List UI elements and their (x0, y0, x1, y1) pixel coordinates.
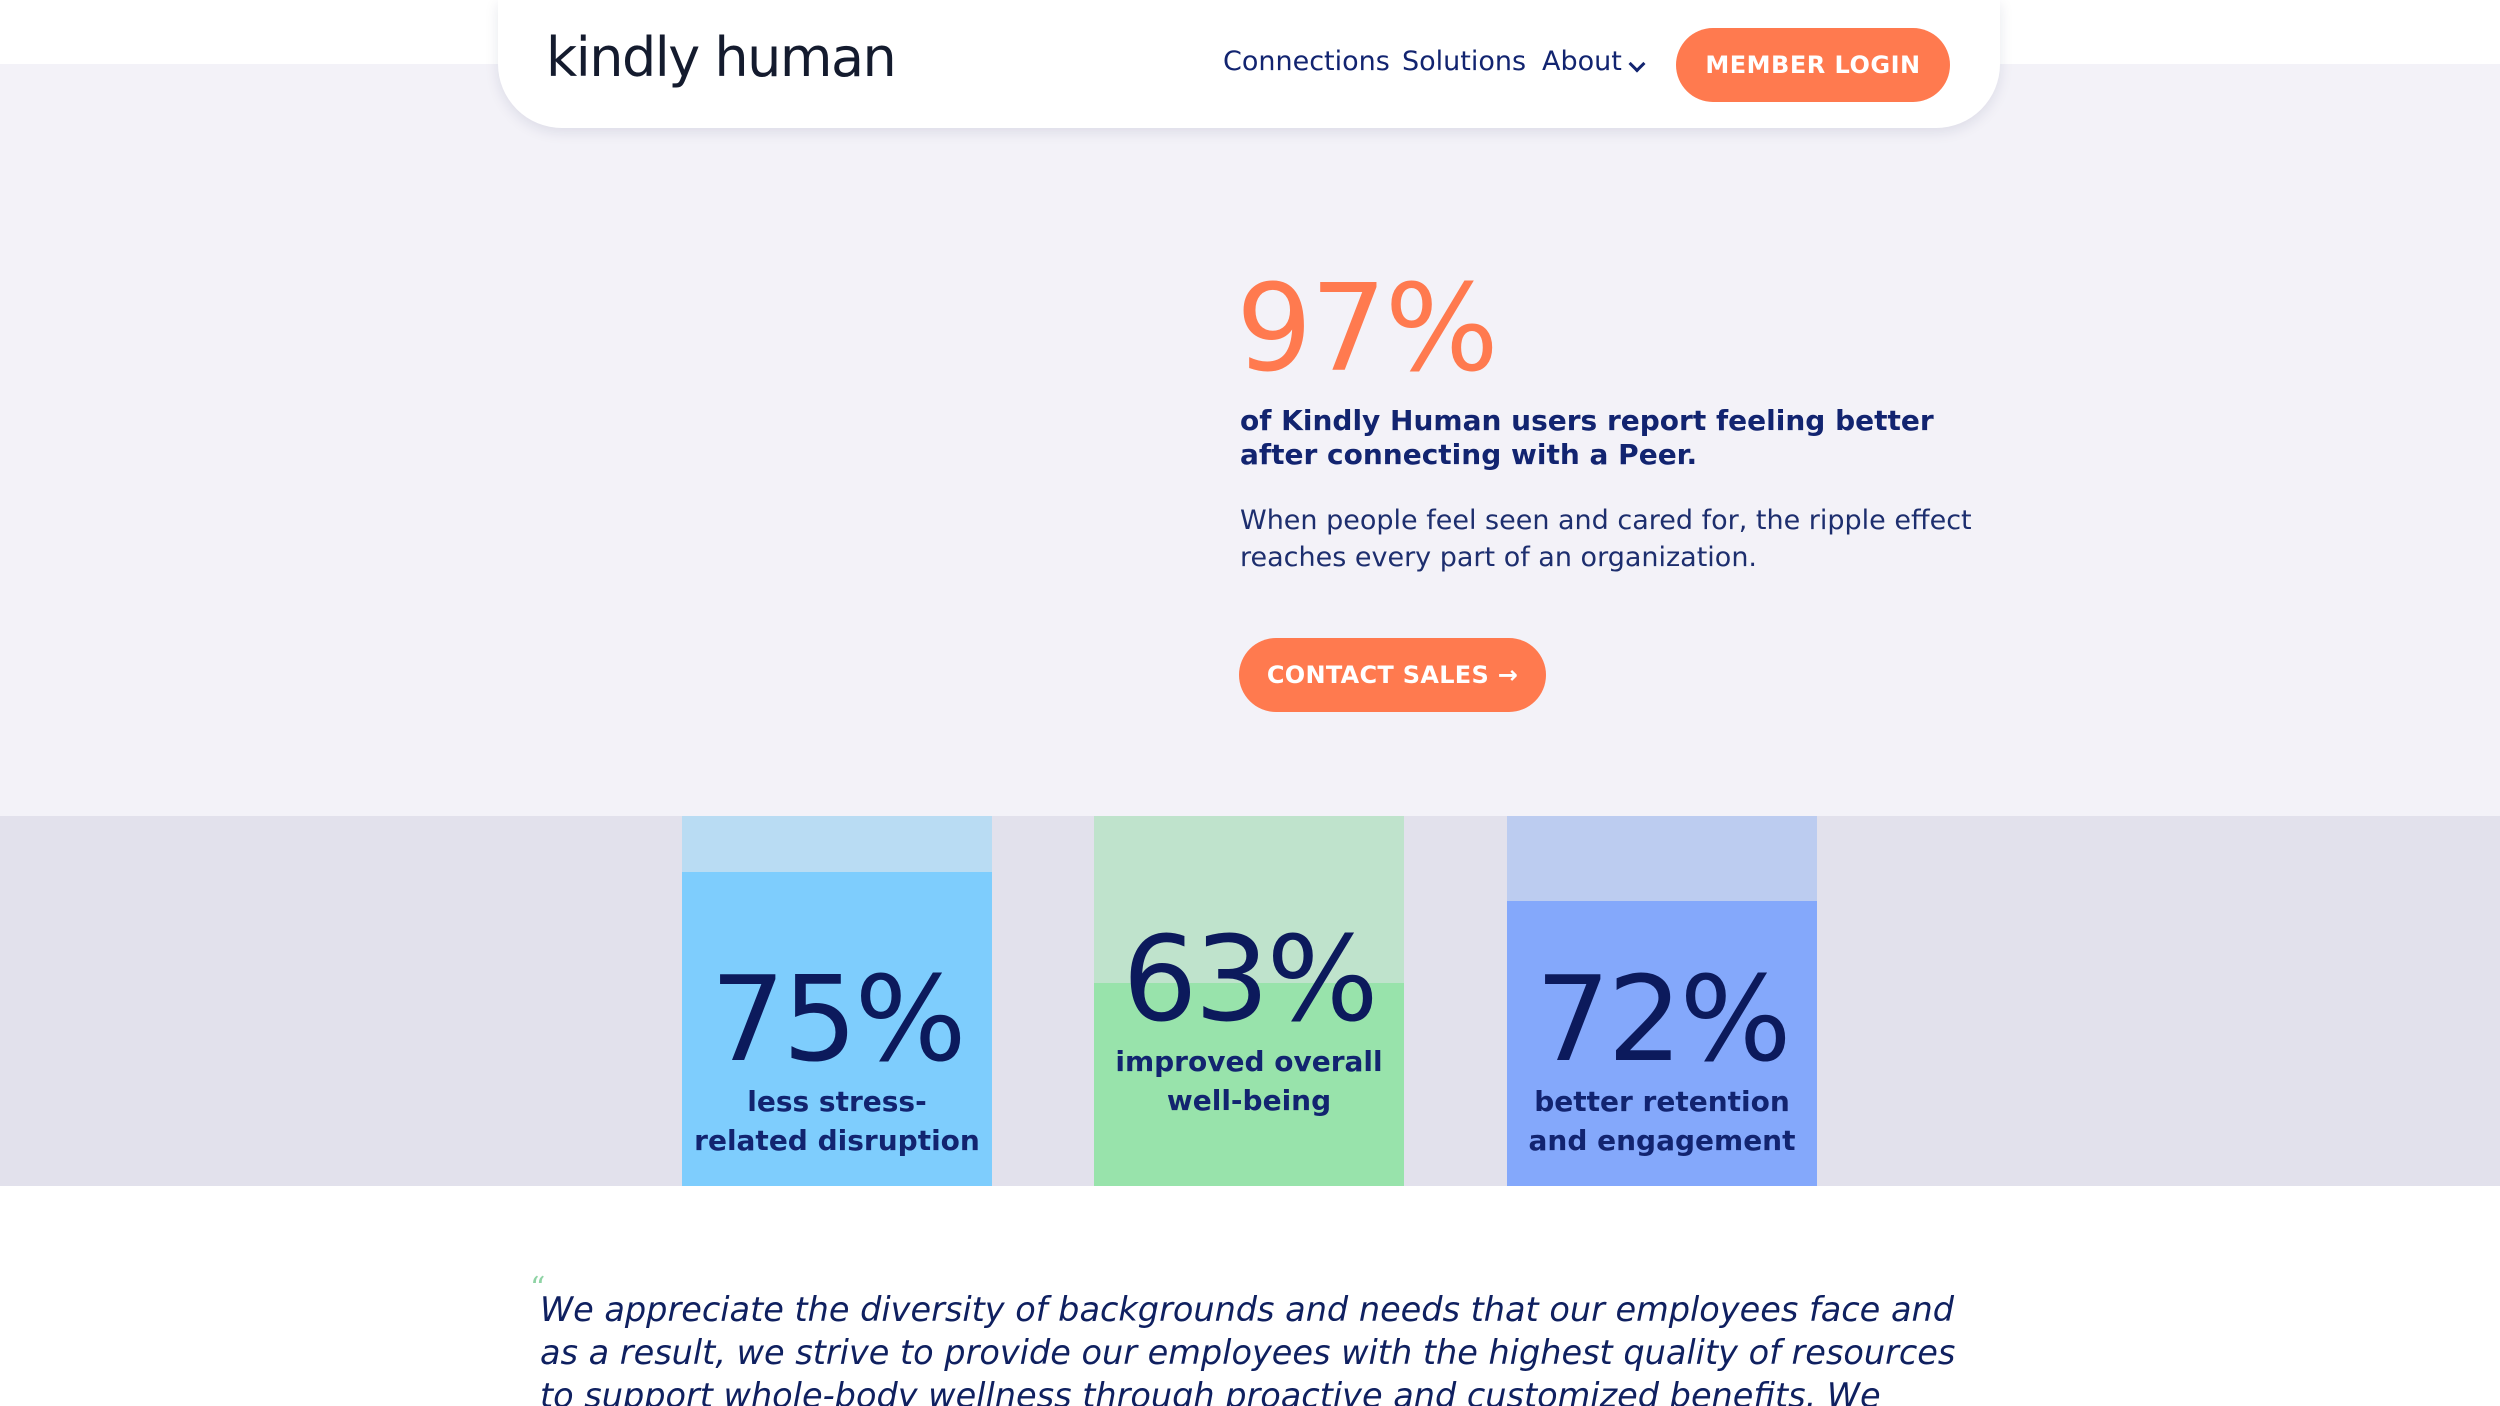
testimonial-quote: We appreciate the diversity of backgroun… (540, 1290, 1956, 1406)
nav-link-connections[interactable]: Connections (1223, 46, 1390, 77)
stat-card-stress: 75% less stress-related disruption (682, 816, 992, 1186)
stat-value: 75% (710, 950, 966, 1088)
stat-card-wellbeing: 63% improved overall well-being (1094, 816, 1404, 1186)
member-login-button[interactable]: MEMBER LOGIN (1676, 28, 1950, 102)
stat-card-retention: 72% better retention and engagement (1507, 816, 1817, 1186)
hero-body: When people feel seen and cared for, the… (1240, 505, 1972, 573)
nav-link-solutions[interactable]: Solutions (1402, 46, 1526, 77)
hero-stat: 97% (1236, 260, 1499, 399)
stat-label: less stress-related disruption (694, 1085, 980, 1157)
contact-sales-button[interactable]: CONTACT SALES → (1239, 638, 1546, 712)
stat-value: 72% (1535, 950, 1791, 1088)
stat-label: improved overall well-being (1115, 1045, 1383, 1117)
site-header: kindly human Connections Solutions About… (498, 0, 2000, 128)
stat-value: 63% (1122, 910, 1378, 1048)
chevron-down-icon[interactable] (1628, 55, 1646, 73)
stat-label: better retention and engagement (1528, 1085, 1796, 1157)
logo[interactable]: kindly human (546, 26, 897, 89)
nav-link-about[interactable]: About (1542, 46, 1622, 77)
hero-headline: of Kindly Human users report feeling bet… (1240, 404, 1934, 471)
